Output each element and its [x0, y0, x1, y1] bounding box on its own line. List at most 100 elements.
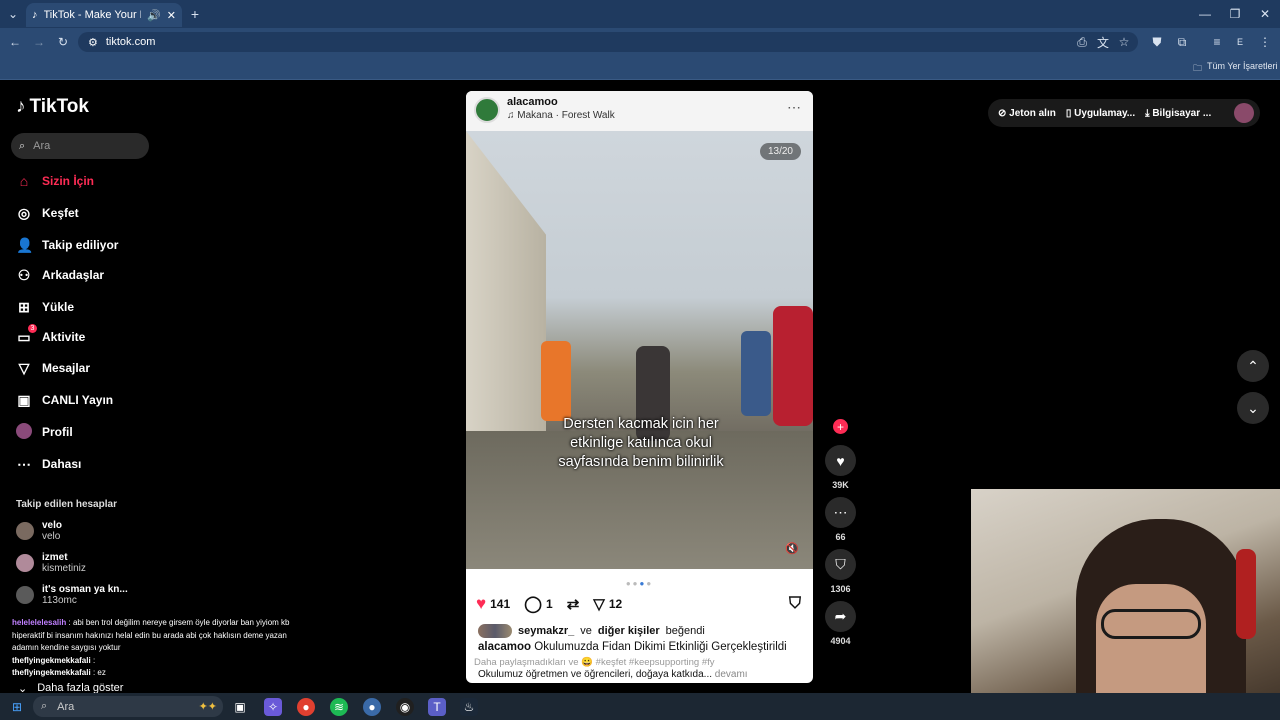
phone-icon: ▯	[1065, 107, 1072, 119]
liked-by-user[interactable]: seymakzr_	[518, 625, 574, 637]
share-button[interactable]: ▽ 12	[593, 595, 622, 613]
tab-title: TikTok - Make Your Day	[43, 9, 142, 21]
audio-icon[interactable]: 🔊	[147, 9, 161, 22]
post-avatar[interactable]	[474, 97, 500, 123]
more-icon: ⋯	[17, 455, 31, 472]
rail-save-count: 1306	[830, 584, 851, 594]
new-tab-icon[interactable]: +	[188, 6, 202, 22]
teams-icon[interactable]: T	[428, 698, 446, 716]
comment-button[interactable]: ◯ 1	[524, 594, 553, 614]
browser-tab[interactable]: ♪ TikTok - Make Your Day 🔊 ✕	[26, 3, 182, 27]
browser-menu-icon[interactable]: ⋮	[1258, 34, 1272, 50]
download-icon: ⤓	[1145, 107, 1150, 119]
forward-icon[interactable]: →	[32, 34, 46, 50]
all-bookmarks-label: Tüm Yer İşaretleri	[1207, 61, 1278, 71]
student-figure	[741, 331, 771, 416]
bookmark-icon[interactable]: ⛉	[825, 549, 856, 580]
obs-icon[interactable]: ◉	[396, 698, 414, 716]
live-icon: ▣	[17, 391, 31, 408]
sidebar-item-explore[interactable]: ◎ Keşfet	[16, 202, 79, 224]
account-name: velo	[42, 520, 63, 531]
comment-icon[interactable]: ⋯	[825, 497, 856, 528]
taskbar-search[interactable]: ⌕ Ara ✦✦	[33, 696, 223, 717]
chrome-icon[interactable]: ●	[297, 698, 315, 716]
description-user[interactable]: alacamoo	[478, 641, 531, 653]
reading-list-icon[interactable]: ≡	[1210, 34, 1224, 50]
sidebar-item-profile[interactable]: Profil	[16, 421, 73, 443]
rail-comment[interactable]: ⋯ 66	[825, 497, 856, 542]
folder-icon: 🗀	[1193, 63, 1203, 73]
chrome-active-icon[interactable]: ●	[363, 698, 381, 716]
windows-start-icon[interactable]: ⊞	[8, 698, 26, 716]
site-info-icon[interactable]: ⚙	[88, 36, 98, 49]
share-count: 12	[608, 597, 623, 611]
get-app-label: Uygulamay...	[1074, 107, 1136, 119]
install-icon[interactable]: ⎙	[1075, 34, 1089, 50]
following-account[interactable]: velo velo	[16, 517, 62, 545]
like-button[interactable]: ♥ 141	[476, 594, 510, 614]
extensions-icon[interactable]: ⧉	[1175, 34, 1189, 50]
chevron-up-icon: ⌃	[1247, 357, 1259, 374]
translate-icon[interactable]: 文	[1096, 34, 1110, 50]
sidebar-item-following[interactable]: 👤 Takip ediliyor	[16, 234, 118, 256]
liked-by-others[interactable]: diğer kişiler	[598, 625, 660, 637]
close-tab-icon[interactable]: ✕	[167, 9, 176, 22]
tiktok-logo[interactable]: ♪ TikTok	[16, 96, 89, 118]
minimize-icon[interactable]: —	[1198, 6, 1212, 22]
video-card[interactable]: alacamoo ♫ Makana · Forest Walk ⋯ 13/20 …	[466, 91, 813, 683]
post-description-more: Okulumuz öğretmen ve öğrencileri, doğaya…	[478, 669, 748, 680]
rail-like[interactable]: ♥ 39K	[825, 445, 856, 490]
share-arrow-icon[interactable]: ➦	[825, 601, 856, 632]
user-avatar[interactable]	[1234, 103, 1254, 123]
repost-button[interactable]: ⇄	[567, 595, 580, 613]
reload-icon[interactable]: ↻	[56, 34, 70, 50]
chat-username: helelelelesalih	[12, 618, 67, 627]
follow-plus-button[interactable]: +	[833, 419, 848, 434]
tab-search-icon[interactable]: ⌄	[6, 7, 20, 21]
steam-icon[interactable]: ♨	[460, 698, 478, 716]
following-account[interactable]: izmet kismetiniz	[16, 549, 86, 577]
get-coins-button[interactable]: ⊘ Jeton alın	[998, 108, 1056, 119]
post-music[interactable]: ♫ Makana · Forest Walk	[507, 110, 615, 121]
shield-extension-icon[interactable]: ⛊	[1150, 34, 1164, 50]
streamer-glasses	[1101, 609, 1201, 639]
sidebar-item-live[interactable]: ▣ CANLI Yayın	[16, 389, 113, 411]
rail-share[interactable]: ➦ 4904	[825, 601, 856, 646]
post-username[interactable]: alacamoo	[507, 96, 558, 108]
sidebar-item-upload[interactable]: ⊞ Yükle	[16, 296, 74, 318]
sidebar-item-friends[interactable]: ⚇ Arkadaşlar	[16, 264, 104, 286]
heart-icon[interactable]: ♥	[825, 445, 856, 476]
all-bookmarks[interactable]: 🗀 Tüm Yer İşaretleri	[1193, 61, 1278, 77]
liker-avatars	[478, 624, 512, 638]
back-icon[interactable]: ←	[8, 34, 22, 50]
sidebar-item-label: Arkadaşlar	[42, 268, 105, 282]
next-video-button[interactable]: ⌄	[1237, 392, 1269, 424]
copilot-icon[interactable]: ✧	[264, 698, 282, 716]
restore-icon[interactable]: ❐	[1228, 6, 1242, 22]
description-more-text: Okulumuz öğretmen ve öğrencileri, doğaya…	[478, 669, 713, 680]
profile-avatar-icon[interactable]: E	[1233, 34, 1247, 50]
more-link[interactable]: devamı	[715, 669, 748, 680]
desktop-app-button[interactable]: ⤓ Bilgisayar ...	[1145, 108, 1211, 119]
sidebar-item-activity[interactable]: ▭ Aktivite	[16, 326, 85, 348]
task-view-icon[interactable]: ▣	[231, 698, 249, 716]
get-app-button[interactable]: ▯ Uygulamay...	[1066, 108, 1135, 119]
mute-icon[interactable]: 🔇	[785, 542, 799, 555]
rail-save[interactable]: ⛉ 1306	[825, 549, 856, 594]
comment-icon: ◯	[524, 596, 543, 613]
search-input[interactable]: ⌕ Ara	[11, 133, 149, 159]
sidebar-item-messages[interactable]: ▽ Mesajlar	[16, 357, 90, 379]
post-menu-icon[interactable]: ⋯	[787, 99, 801, 116]
post-photo[interactable]: 13/20 Dersten kacmak icin her etkinlige …	[466, 131, 813, 569]
sidebar-item-more[interactable]: ⋯ Dahası	[16, 453, 81, 475]
sidebar-item-for-you[interactable]: ⌂ Sizin İçin	[16, 170, 94, 192]
spotify-icon[interactable]: ≋	[330, 698, 348, 716]
following-account[interactable]: it's osman ya kn... 113omc	[16, 581, 128, 609]
close-window-icon[interactable]: ✕	[1258, 6, 1272, 22]
sparkle-icon: ✦✦	[198, 701, 217, 713]
account-handle: kismetiniz	[42, 563, 86, 574]
previous-video-button[interactable]: ⌃	[1237, 350, 1269, 382]
address-bar[interactable]: ⚙ tiktok.com	[78, 32, 1138, 52]
bookmark-star-icon[interactable]: ☆	[1117, 34, 1131, 50]
bookmark-icon[interactable]: ⛉	[789, 595, 801, 613]
